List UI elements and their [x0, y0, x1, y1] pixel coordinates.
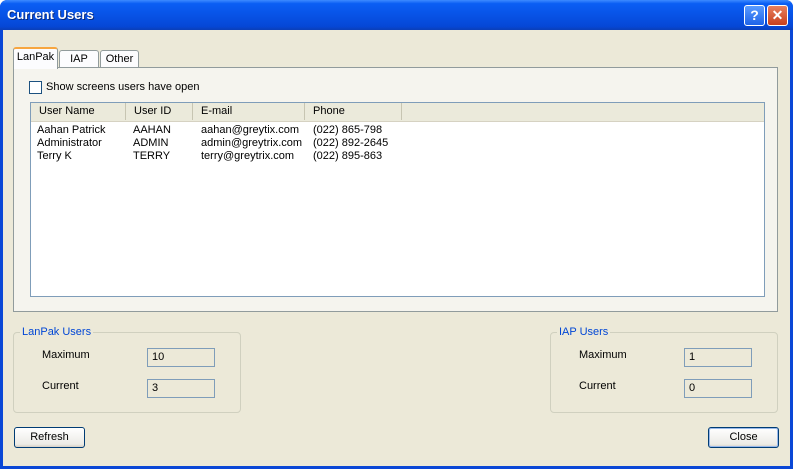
help-icon: ?: [750, 7, 759, 23]
cell-email: terry@greytrix.com: [201, 150, 295, 162]
lanpak-current-field: 3: [147, 379, 215, 398]
close-button-label: Close: [729, 431, 758, 443]
cell-user-name: Administrator: [37, 137, 102, 149]
users-list-header: User Name User ID E-mail Phone: [31, 103, 764, 122]
table-row[interactable]: Aahan Patrick AAHAN aahan@greytix.com (0…: [31, 124, 764, 137]
column-label: User Name: [39, 105, 95, 117]
lanpak-current-label: Current: [42, 380, 79, 392]
iap-maximum-field: 1: [684, 348, 752, 367]
column-user-name[interactable]: User Name: [31, 103, 126, 120]
cell-phone: (022) 892-2645: [313, 137, 389, 149]
window-close-button[interactable]: ✕: [767, 5, 788, 26]
iap-users-title: IAP Users: [557, 326, 611, 338]
cell-user-name: Aahan Patrick: [37, 124, 106, 136]
cell-email: aahan@greytix.com: [201, 124, 299, 136]
lanpak-users-group: LanPak Users Maximum 10 Current 3: [13, 326, 241, 413]
column-email[interactable]: E-mail: [193, 103, 305, 120]
close-button[interactable]: Close: [708, 427, 779, 448]
cell-phone: (022) 895-863: [313, 150, 383, 162]
cell-user-id: ADMIN: [133, 137, 169, 149]
refresh-button-label: Refresh: [30, 431, 69, 443]
column-label: User ID: [134, 105, 172, 117]
lanpak-users-title: LanPak Users: [20, 326, 94, 338]
show-screens-label[interactable]: Show screens users have open: [46, 81, 199, 93]
users-list[interactable]: User Name User ID E-mail Phone Aahan Pat…: [30, 102, 765, 297]
iap-users-group: IAP Users Maximum 1 Current 0: [550, 326, 778, 413]
cell-user-id: TERRY: [133, 150, 171, 162]
iap-current-field: 0: [684, 379, 752, 398]
title-bar[interactable]: Current Users ? ✕: [0, 0, 793, 30]
cell-user-name: Terry K: [37, 150, 72, 162]
show-screens-checkbox[interactable]: [29, 81, 42, 94]
dialog-body: LanPak IAP Other Show screens users have…: [3, 30, 790, 466]
column-label: E-mail: [201, 105, 233, 117]
column-label: Phone: [313, 105, 345, 117]
lanpak-maximum-label: Maximum: [42, 349, 90, 361]
help-button[interactable]: ?: [744, 5, 765, 26]
tab-label: Other: [105, 53, 134, 65]
cell-email: admin@greytrix.com: [201, 137, 303, 149]
cell-user-id: AAHAN: [133, 124, 171, 136]
current-users-window: Current Users ? ✕ LanPak IAP Other Show …: [0, 0, 793, 469]
cell-phone: (022) 865-798: [313, 124, 383, 136]
column-user-id[interactable]: User ID: [126, 103, 193, 120]
tab-lanpak[interactable]: LanPak: [13, 47, 58, 69]
close-icon: ✕: [771, 7, 784, 23]
iap-current-label: Current: [579, 380, 616, 392]
iap-maximum-label: Maximum: [579, 349, 627, 361]
lanpak-maximum-field: 10: [147, 348, 215, 367]
tab-label: IAP: [70, 53, 88, 65]
table-row[interactable]: Terry K TERRY terry@greytrix.com (022) 8…: [31, 150, 764, 163]
table-row[interactable]: Administrator ADMIN admin@greytrix.com (…: [31, 137, 764, 150]
refresh-button[interactable]: Refresh: [14, 427, 85, 448]
tab-label: LanPak: [16, 51, 55, 63]
window-title: Current Users: [7, 7, 94, 22]
tab-panel-lanpak: Show screens users have open User Name U…: [13, 67, 778, 312]
column-phone[interactable]: Phone: [305, 103, 402, 120]
